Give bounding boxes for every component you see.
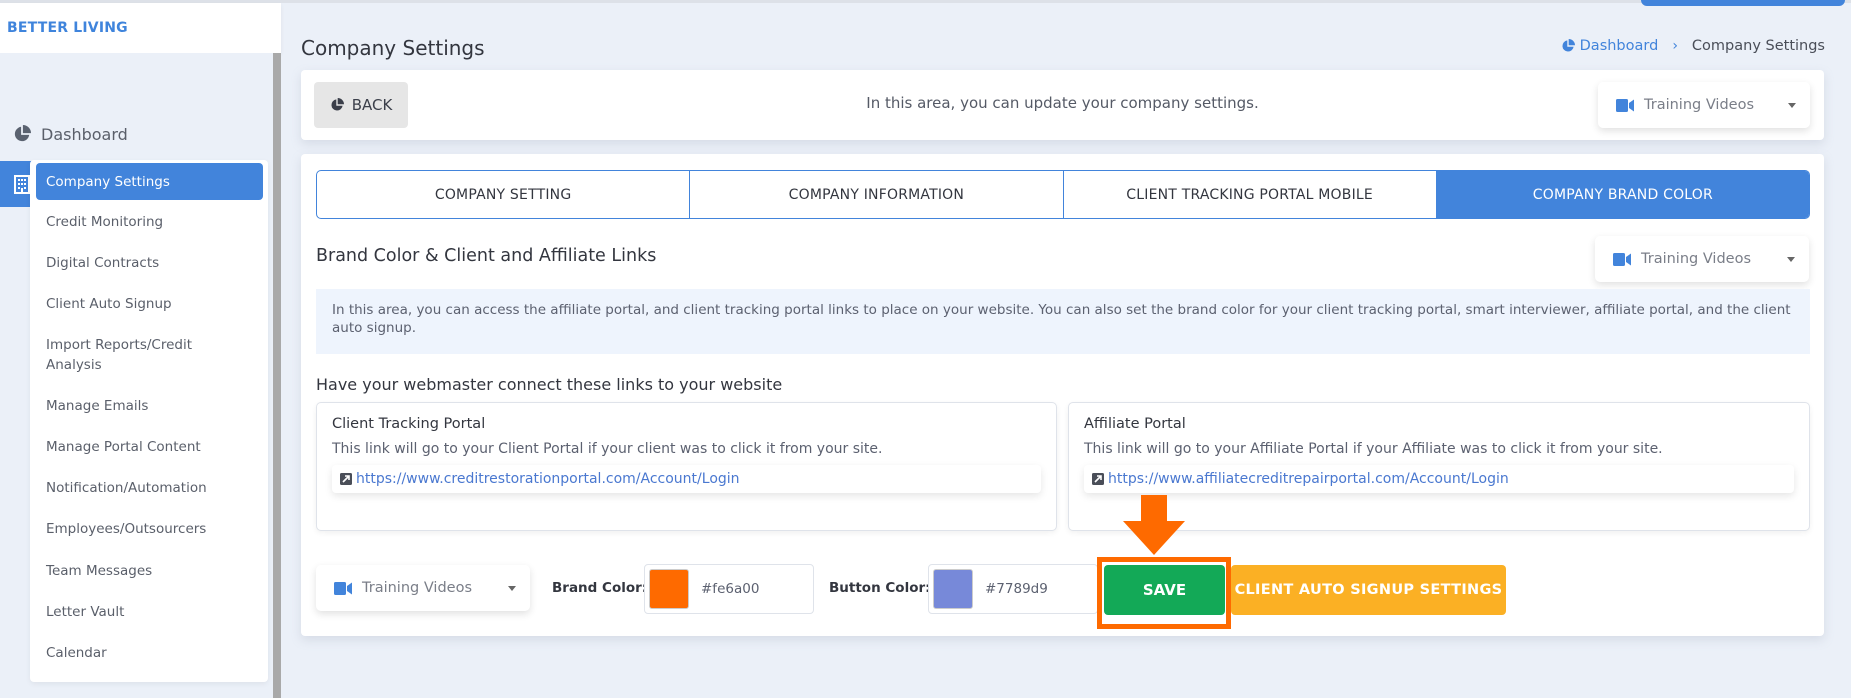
submenu-item-manage-emails[interactable]: Manage Emails xyxy=(36,396,263,416)
card-description: This link will go to your Affiliate Port… xyxy=(1084,441,1663,457)
tab-client-tracking-portal-mobile[interactable]: CLIENT TRACKING PORTAL MOBILE xyxy=(1064,171,1437,218)
external-link-icon xyxy=(340,473,352,485)
card-title: Affiliate Portal xyxy=(1084,416,1186,432)
submenu-item-notification-automation[interactable]: Notification/Automation xyxy=(36,478,263,498)
brand-color-value: #fe6a00 xyxy=(701,581,760,597)
submenu-item-company-settings[interactable]: Company Settings xyxy=(36,163,263,200)
main-card: COMPANY SETTING COMPANY INFORMATION CLIE… xyxy=(301,154,1824,636)
external-link-icon xyxy=(1092,473,1104,485)
brand-color-controls: Training Videos Brand Color: #fe6a00 But… xyxy=(316,564,1616,617)
breadcrumb: Dashboard › Company Settings xyxy=(1561,38,1825,54)
brand-color-swatch[interactable] xyxy=(649,569,689,609)
brand-color-label: Brand Color: xyxy=(552,580,648,596)
video-camera-icon xyxy=(1613,252,1631,266)
submenu-item-import-reports[interactable]: Import Reports/Credit Analysis xyxy=(36,335,236,375)
card-title: Client Tracking Portal xyxy=(332,416,486,432)
client-auto-signup-settings-button[interactable]: CLIENT AUTO SIGNUP SETTINGS xyxy=(1231,565,1506,615)
submenu-item-client-auto-signup[interactable]: Client Auto Signup xyxy=(36,294,263,314)
submenu-item-letter-vault[interactable]: Letter Vault xyxy=(36,602,263,622)
settings-hint: In this area, you can update your compan… xyxy=(866,94,1259,112)
button-color-input[interactable]: #7789d9 xyxy=(928,564,1098,614)
section-title: Brand Color & Client and Affiliate Links xyxy=(316,246,657,266)
submenu-item-calendar[interactable]: Calendar xyxy=(36,643,263,663)
save-highlight-box xyxy=(1097,557,1231,629)
training-videos-label: Training Videos xyxy=(362,580,473,596)
training-videos-dropdown-top[interactable]: Training Videos xyxy=(1598,82,1810,128)
brand-logo-text[interactable]: BETTER LIVING xyxy=(7,20,128,36)
brand-color-input[interactable]: #fe6a00 xyxy=(644,564,814,614)
top-card: In this area, you can update your compan… xyxy=(301,70,1824,140)
submenu-item-digital-contracts[interactable]: Digital Contracts xyxy=(36,253,263,273)
client-portal-link[interactable]: https://www.creditrestorationportal.com/… xyxy=(332,465,1041,493)
down-arrow-annotation-icon xyxy=(1123,495,1185,555)
breadcrumb-home-label: Dashboard xyxy=(1579,38,1659,54)
sidebar-item-label: Dashboard xyxy=(41,124,128,144)
client-tracking-portal-card: Client Tracking Portal This link will go… xyxy=(316,402,1057,531)
video-camera-icon xyxy=(334,581,352,595)
sidebar-item-dashboard[interactable]: Dashboard xyxy=(0,111,268,157)
brand-header: BETTER LIVING xyxy=(0,3,281,53)
button-color-value: #7789d9 xyxy=(985,581,1048,597)
training-videos-dropdown-section[interactable]: Training Videos xyxy=(1595,236,1809,282)
caret-down-icon xyxy=(1787,257,1795,262)
affiliate-portal-url: https://www.affiliatecreditrepairportal.… xyxy=(1108,471,1509,487)
button-color-label: Button Color: xyxy=(829,580,931,596)
training-videos-label: Training Videos xyxy=(1641,251,1752,267)
info-alert: In this area, you can access the affilia… xyxy=(316,289,1810,354)
breadcrumb-dashboard-link[interactable]: Dashboard xyxy=(1561,38,1659,54)
settings-tabs: COMPANY SETTING COMPANY INFORMATION CLIE… xyxy=(316,170,1810,219)
pie-chart-icon xyxy=(11,123,33,145)
submenu-item-team-messages[interactable]: Team Messages xyxy=(36,561,263,581)
tab-company-setting[interactable]: COMPANY SETTING xyxy=(317,171,691,218)
affiliate-portal-link[interactable]: https://www.affiliatecreditrepairportal.… xyxy=(1084,465,1794,493)
caret-down-icon xyxy=(1788,103,1796,108)
tab-company-brand-color[interactable]: COMPANY BRAND COLOR xyxy=(1436,171,1809,218)
top-right-button[interactable] xyxy=(1641,0,1845,6)
webmaster-heading: Have your webmaster connect these links … xyxy=(316,375,783,394)
breadcrumb-current: Company Settings xyxy=(1691,38,1825,54)
sidebar-scrollbar[interactable] xyxy=(273,53,281,698)
card-description: This link will go to your Client Portal … xyxy=(332,441,883,457)
pie-chart-icon xyxy=(331,98,344,111)
submenu-item-credit-monitoring[interactable]: Credit Monitoring xyxy=(36,212,263,232)
back-button[interactable]: BACK xyxy=(314,82,408,128)
training-videos-dropdown-bottom[interactable]: Training Videos xyxy=(316,565,530,611)
caret-down-icon xyxy=(508,586,516,591)
training-videos-label: Training Videos xyxy=(1644,97,1755,113)
video-camera-icon xyxy=(1616,98,1634,112)
button-color-swatch[interactable] xyxy=(933,569,973,609)
chevron-right-icon: › xyxy=(1672,38,1678,54)
client-portal-url: https://www.creditrestorationportal.com/… xyxy=(356,471,740,487)
page-title: Company Settings xyxy=(301,36,485,60)
back-label: BACK xyxy=(351,96,393,114)
tab-company-information[interactable]: COMPANY INFORMATION xyxy=(690,171,1064,218)
submenu-item-manage-portal-content[interactable]: Manage Portal Content xyxy=(36,437,263,457)
company-submenu: Company Settings Credit Monitoring Digit… xyxy=(30,160,268,682)
pie-chart-icon xyxy=(1562,39,1575,52)
submenu-item-employees-outsourcers[interactable]: Employees/Outsourcers xyxy=(36,519,263,539)
